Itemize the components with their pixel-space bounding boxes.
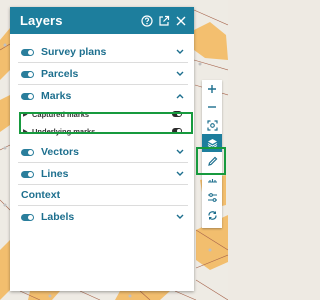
zoom-out-icon[interactable] — [202, 98, 222, 116]
layer-group-vectors[interactable]: Vectors — [10, 143, 194, 161]
close-icon[interactable] — [175, 15, 187, 27]
settings-sliders-icon[interactable] — [202, 188, 222, 206]
context-section-heading: Context — [10, 187, 194, 203]
toggle-switch[interactable] — [172, 111, 182, 117]
chevron-down-icon[interactable] — [175, 47, 185, 57]
zoom-extent-icon[interactable] — [202, 116, 222, 134]
sublayer-underlying-marks[interactable]: ▶ Underlying marks — [10, 123, 194, 139]
chevron-down-icon[interactable] — [175, 147, 185, 157]
zoom-in-icon[interactable] — [202, 80, 222, 98]
divider — [18, 184, 188, 185]
layer-group-lines[interactable]: Lines — [10, 165, 194, 183]
layer-group-label: Vectors — [41, 146, 79, 158]
layer-group-parcels[interactable]: Parcels — [10, 65, 194, 83]
toggle-switch[interactable] — [21, 70, 34, 78]
divider — [18, 205, 188, 206]
toggle-switch[interactable] — [21, 148, 34, 156]
divider — [18, 62, 188, 63]
toggle-switch[interactable] — [172, 128, 182, 134]
edit-pencil-icon[interactable] — [202, 152, 222, 170]
layers-panel-header: Layers — [10, 7, 194, 34]
layer-group-labels[interactable]: Labels — [10, 208, 194, 226]
measure-icon[interactable] — [202, 170, 222, 188]
chevron-down-icon[interactable] — [175, 169, 185, 179]
sync-icon[interactable] — [202, 206, 222, 224]
sublayer-label: Underlying marks — [32, 126, 96, 136]
caret-right-icon[interactable]: ▶ — [23, 111, 29, 118]
layer-group-label: Survey plans — [41, 46, 107, 58]
sublayer-label: Captured marks — [32, 109, 90, 119]
caret-right-icon[interactable]: ▶ — [23, 128, 29, 135]
context-label: Context — [21, 189, 61, 201]
panel-title: Layers — [20, 13, 63, 28]
layer-group-marks[interactable]: Marks — [10, 87, 194, 105]
layer-group-label: Lines — [41, 168, 69, 180]
divider — [18, 162, 188, 163]
chevron-up-icon[interactable] — [175, 91, 185, 101]
layer-group-label: Marks — [41, 90, 72, 102]
toggle-switch[interactable] — [21, 170, 34, 178]
chevron-down-icon[interactable] — [175, 69, 185, 79]
chevron-down-icon[interactable] — [175, 212, 185, 222]
layers-icon[interactable] — [202, 134, 222, 152]
layer-group-label: Parcels — [41, 68, 79, 80]
layer-group-label: Labels — [41, 211, 75, 223]
layer-group-survey-plans[interactable]: Survey plans — [10, 43, 194, 61]
divider — [18, 84, 188, 85]
map-toolbar — [202, 80, 222, 228]
popout-icon[interactable] — [158, 15, 170, 27]
toggle-switch[interactable] — [21, 92, 34, 100]
toggle-switch[interactable] — [21, 213, 34, 221]
help-icon[interactable] — [141, 14, 153, 27]
toggle-switch[interactable] — [21, 48, 34, 56]
layers-panel: Layers Survey plans Parcels Marks ▶ Capt… — [10, 7, 194, 291]
sublayer-captured-marks[interactable]: ▶ Captured marks — [10, 106, 194, 122]
